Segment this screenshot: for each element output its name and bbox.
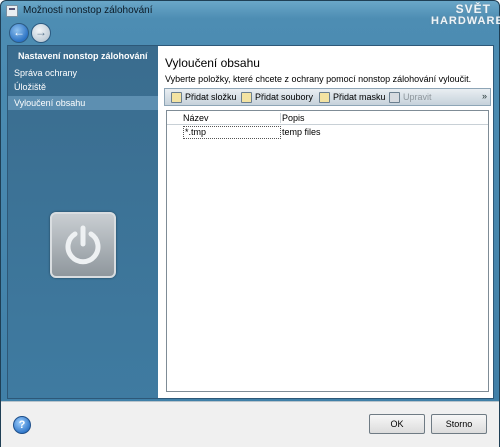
help-icon: ?	[18, 419, 26, 431]
add-folder-button[interactable]: Přidat složku	[171, 91, 237, 104]
power-tile	[50, 212, 116, 278]
column-header-description[interactable]: Popis	[282, 113, 305, 123]
add-files-label: Přidat soubory	[255, 92, 314, 102]
nav-bar: ← →	[7, 21, 493, 45]
sidebar-item-label: Úložiště	[14, 82, 47, 92]
page-title: Vyloučení obsahu	[165, 56, 260, 70]
help-button[interactable]: ?	[13, 416, 31, 434]
cell-description: temp files	[282, 127, 321, 137]
brand-line-1: SVĚT	[455, 2, 491, 16]
toolbar-overflow-button[interactable]: »	[482, 91, 487, 101]
list-header: Název Popis	[167, 111, 488, 125]
cell-name: *.tmp	[183, 126, 281, 139]
ok-button[interactable]: OK	[369, 414, 425, 434]
exclusion-list[interactable]: Název Popis *.tmp temp files	[166, 110, 489, 392]
file-add-icon	[241, 92, 252, 103]
mask-icon	[319, 92, 330, 103]
toolbar: Přidat složku Přidat soubory Přidat mask…	[164, 88, 491, 106]
arrow-left-icon: ←	[13, 25, 25, 39]
sidebar-item-uloziste[interactable]: Úložiště	[8, 80, 158, 94]
app-icon	[6, 5, 18, 17]
column-divider[interactable]	[280, 113, 281, 123]
power-icon	[65, 225, 101, 265]
sidebar-item-sprava-ochrany[interactable]: Správa ochrany	[8, 66, 158, 80]
cancel-button[interactable]: Storno	[431, 414, 487, 434]
add-files-button[interactable]: Přidat soubory	[241, 91, 313, 104]
table-row[interactable]: *.tmp temp files	[167, 126, 488, 139]
sidebar-item-label: Správa ochrany	[14, 68, 78, 78]
sidebar-item-vylouceni-obsahu[interactable]: Vyloučení obsahu	[8, 96, 158, 110]
title-bar[interactable]: Možnosti nonstop zálohování SVĚT HARDWAR…	[1, 1, 500, 27]
sidebar-item-label: Vyloučení obsahu	[14, 98, 86, 108]
content-panel: Vyloučení obsahu Vyberte položky, které …	[158, 46, 493, 398]
main-area: Nastavení nonstop zálohování Správa ochr…	[7, 45, 494, 399]
sidebar: Nastavení nonstop zálohování Správa ochr…	[8, 46, 158, 398]
add-mask-label: Přidat masku	[333, 92, 386, 102]
column-header-name[interactable]: Název	[183, 113, 209, 123]
page-description: Vyberte položky, které chcete z ochrany …	[165, 74, 472, 84]
footer: ? OK Storno	[1, 401, 499, 447]
add-mask-button[interactable]: Přidat masku	[319, 91, 386, 104]
edit-label: Upravit	[403, 92, 432, 102]
folder-add-icon	[171, 92, 182, 103]
edit-button[interactable]: Upravit	[389, 91, 432, 104]
back-button[interactable]: ←	[9, 23, 29, 43]
sidebar-header: Nastavení nonstop zálohování	[18, 51, 148, 61]
forward-button[interactable]: →	[31, 23, 51, 43]
window-title: Možnosti nonstop zálohování	[23, 5, 153, 16]
arrow-right-icon: →	[35, 25, 47, 39]
add-folder-label: Přidat složku	[185, 92, 237, 102]
dialog-window: Možnosti nonstop zálohování SVĚT HARDWAR…	[0, 0, 500, 447]
pencil-icon	[389, 92, 400, 103]
